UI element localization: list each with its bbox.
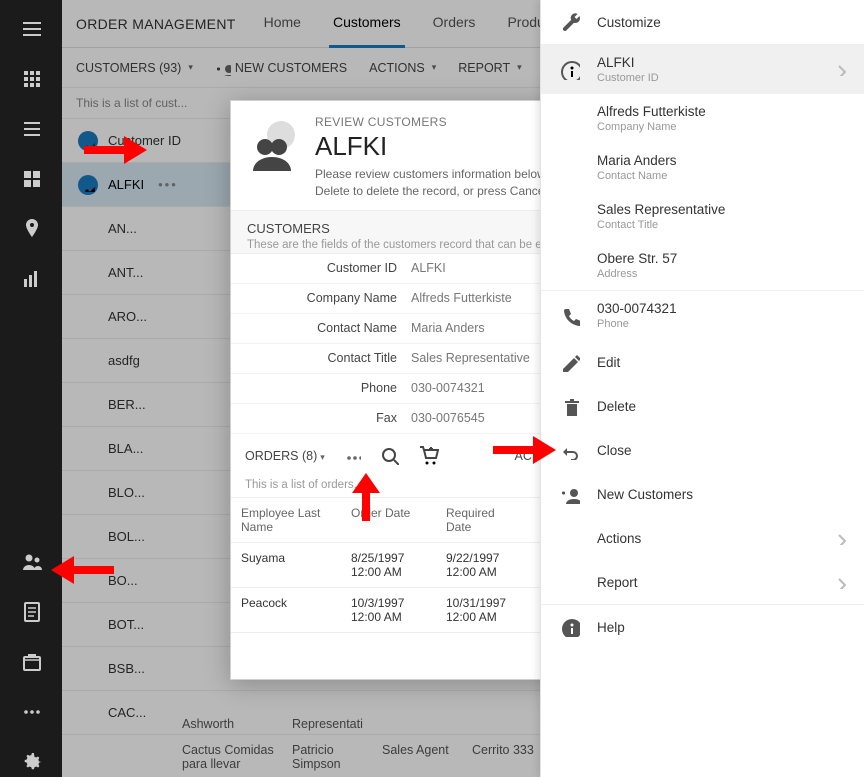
apps-icon[interactable]: [15, 162, 47, 194]
field-value: 030-0074321: [411, 381, 485, 395]
panel-contact-label: Contact Name: [597, 170, 677, 182]
panel-id-row[interactable]: ALFKI Customer ID: [541, 45, 864, 94]
field-label: Contact Name: [231, 321, 411, 335]
group-icon[interactable]: [15, 545, 47, 577]
panel-company-label: Company Name: [597, 121, 706, 133]
field-label: Contact Title: [231, 351, 411, 365]
col-emp: Employee Last Name: [231, 498, 341, 542]
doc-icon[interactable]: [15, 595, 47, 627]
panel-new-customers[interactable]: New Customers: [541, 472, 864, 516]
field-value: Alfreds Futterkiste: [411, 291, 512, 305]
chevron-right-icon: [830, 529, 846, 548]
panel-actions-label: Actions: [597, 531, 641, 546]
panel-close[interactable]: Close: [541, 428, 864, 472]
side-panel: Customize ALFKI Customer ID Alfreds Futte…: [540, 0, 864, 777]
undo-icon: [559, 440, 581, 460]
field-value: Maria Anders: [411, 321, 485, 335]
panel-company-value: Alfreds Futterkiste: [597, 104, 706, 119]
panel-report[interactable]: Report: [541, 560, 864, 604]
list-icon[interactable]: [15, 112, 47, 144]
panel-close-label: Close: [597, 443, 632, 458]
gear-icon[interactable]: [15, 745, 47, 777]
avatar-icon: [247, 115, 303, 171]
trash-icon: [559, 396, 581, 416]
panel-title-label: Contact Title: [597, 219, 725, 231]
grid-icon[interactable]: [15, 62, 47, 94]
cart-icon[interactable]: [417, 444, 439, 469]
search-icon[interactable]: [379, 445, 399, 468]
dots-icon[interactable]: [15, 695, 47, 727]
col-rd: Required Date: [436, 498, 531, 542]
panel-edit[interactable]: Edit: [541, 340, 864, 384]
info-icon: [559, 60, 581, 80]
phone-icon: [559, 306, 581, 326]
field-label: Phone: [231, 381, 411, 395]
chart-icon[interactable]: [15, 262, 47, 294]
wrench-icon: [559, 12, 581, 32]
panel-contact-row[interactable]: Maria Anders Contact Name: [541, 143, 864, 192]
field-value: Sales Representative: [411, 351, 530, 365]
more-icon[interactable]: [343, 446, 361, 467]
panel-customize[interactable]: Customize: [541, 0, 864, 44]
panel-phone-value: 030-0074321: [597, 301, 677, 316]
panel-customize-label: Customize: [597, 15, 661, 30]
panel-help[interactable]: Help: [541, 605, 864, 649]
field-label: Fax: [231, 411, 411, 425]
panel-phone-row[interactable]: 030-0074321 Phone: [541, 291, 864, 340]
field-label: Company Name: [231, 291, 411, 305]
panel-company-row[interactable]: Alfreds Futterkiste Company Name: [541, 94, 864, 143]
menu-icon[interactable]: [15, 12, 47, 44]
panel-edit-label: Edit: [597, 355, 620, 370]
pin-icon[interactable]: [15, 212, 47, 244]
field-label: Customer ID: [231, 261, 411, 275]
panel-delete-label: Delete: [597, 399, 636, 414]
panel-contact-value: Maria Anders: [597, 153, 677, 168]
field-value: ALFKI: [411, 261, 446, 275]
nav-rail: [0, 0, 62, 777]
panel-title-row[interactable]: Sales Representative Contact Title: [541, 192, 864, 241]
panel-id-label: Customer ID: [597, 72, 659, 84]
panel-phone-label: Phone: [597, 318, 677, 330]
panel-address-row[interactable]: Obere Str. 57 Address: [541, 241, 864, 290]
panel-address-label: Address: [597, 268, 677, 280]
chevron-right-icon: [830, 573, 846, 592]
col-od: Order Date: [341, 498, 436, 542]
pencil-icon: [559, 352, 581, 372]
panel-delete[interactable]: Delete: [541, 384, 864, 428]
panel-title-value: Sales Representative: [597, 202, 725, 217]
panel-id-value: ALFKI: [597, 55, 659, 70]
panel-report-label: Report: [597, 575, 638, 590]
panel-new-label: New Customers: [597, 487, 693, 502]
box-icon[interactable]: [15, 645, 47, 677]
orders-count[interactable]: ORDERS (8): [245, 449, 325, 463]
field-value: 030-0076545: [411, 411, 485, 425]
panel-actions[interactable]: Actions: [541, 516, 864, 560]
panel-help-label: Help: [597, 620, 625, 635]
chevron-right-icon: [830, 60, 846, 79]
panel-address-value: Obere Str. 57: [597, 251, 677, 266]
add-user-icon: [559, 484, 581, 504]
info-solid-icon: [559, 617, 581, 637]
